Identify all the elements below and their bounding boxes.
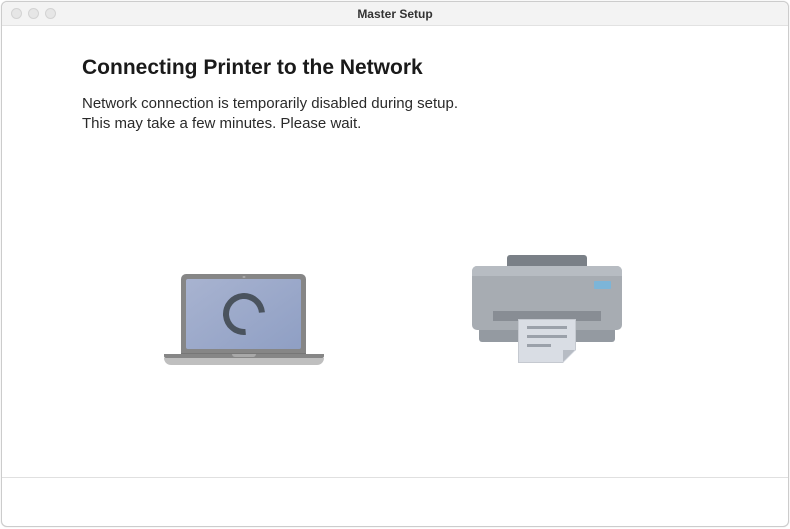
titlebar: Master Setup bbox=[2, 2, 788, 26]
printer-icon bbox=[467, 255, 627, 365]
footer bbox=[2, 478, 788, 526]
setup-window: Master Setup Connecting Printer to the N… bbox=[1, 1, 789, 527]
spinner-icon bbox=[214, 284, 273, 343]
status-line-2: This may take a few minutes. Please wait… bbox=[82, 114, 708, 134]
illustration-row bbox=[82, 255, 708, 365]
status-text: Network connection is temporarily disabl… bbox=[82, 94, 708, 135]
laptop-icon bbox=[164, 274, 324, 365]
window-title: Master Setup bbox=[2, 7, 788, 21]
page-heading: Connecting Printer to the Network bbox=[82, 56, 708, 80]
status-line-1: Network connection is temporarily disabl… bbox=[82, 94, 708, 114]
content-area: Connecting Printer to the Network Networ… bbox=[2, 26, 788, 477]
